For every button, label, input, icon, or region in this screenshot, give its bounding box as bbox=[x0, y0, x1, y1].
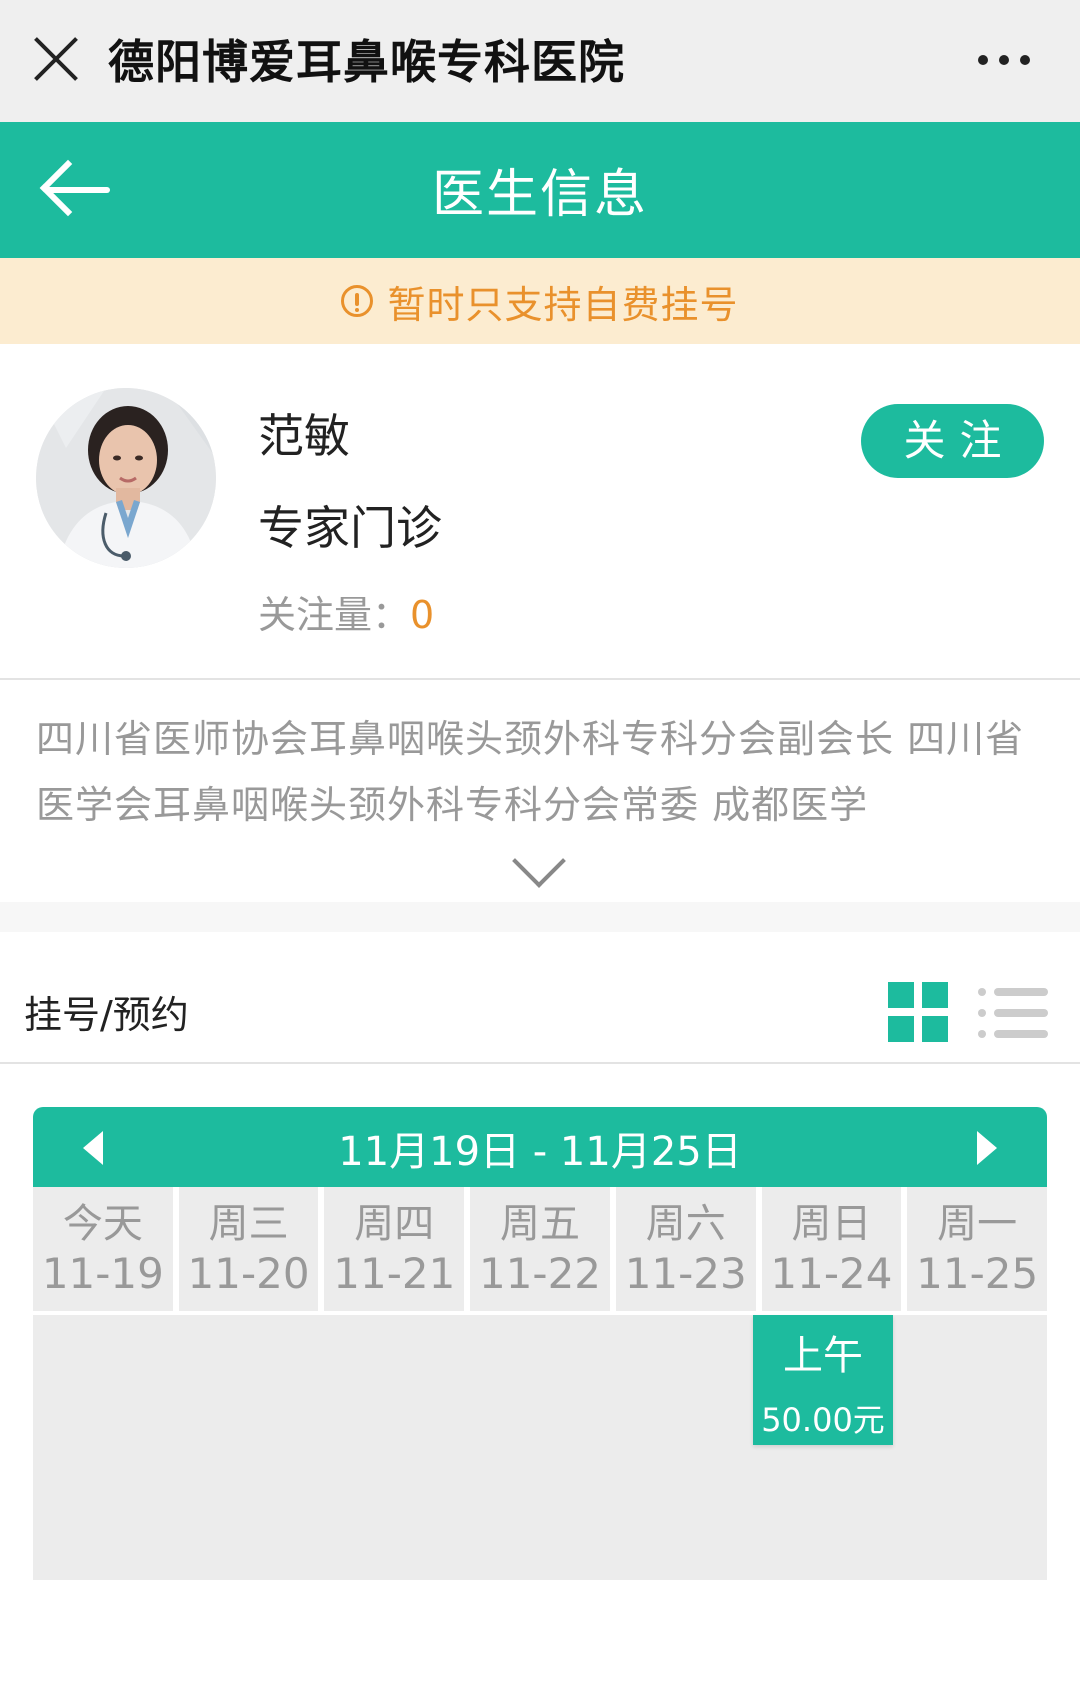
slot-period: 上午 bbox=[783, 1333, 863, 1379]
booking-title: 挂号/预约 bbox=[24, 993, 189, 1037]
day-column[interactable]: 周五 11-22 bbox=[470, 1187, 610, 1311]
doctor-department: 专家门诊 bbox=[258, 501, 442, 555]
week-navigator: 11月19日 - 11月25日 bbox=[33, 1107, 1047, 1187]
day-weekday: 周六 bbox=[645, 1201, 726, 1247]
day-weekday: 周四 bbox=[354, 1201, 435, 1247]
follow-count-value: 0 bbox=[410, 593, 435, 637]
slot-price: 50.00元 bbox=[761, 1401, 885, 1439]
day-columns: 今天 11-19 周三 11-20 周四 11-21 周五 11-22 周六 11-23 … bbox=[33, 1187, 1048, 1311]
follow-count-label: 关注量： bbox=[258, 593, 411, 637]
day-column[interactable]: 周一 11-25 bbox=[907, 1187, 1048, 1311]
day-column[interactable]: 周三 11-20 bbox=[178, 1187, 319, 1311]
wechat-page-title: 德阳博爱耳鼻喉专科医院 bbox=[108, 35, 625, 89]
close-icon[interactable] bbox=[30, 34, 80, 84]
day-column[interactable]: 周日 11-24 bbox=[761, 1187, 902, 1311]
triangle-right-icon[interactable] bbox=[977, 1131, 997, 1165]
day-date: 11-22 bbox=[478, 1249, 602, 1298]
booking-header: 挂号/预约 bbox=[0, 932, 1080, 1062]
day-date: 11-21 bbox=[333, 1249, 456, 1298]
alert-circle-icon bbox=[341, 285, 374, 317]
schedule-grid: 上午 50.00元 bbox=[33, 1315, 1047, 1580]
grid-view-icon[interactable] bbox=[888, 982, 948, 1042]
doctor-avatar bbox=[36, 388, 216, 568]
app-header: 医生信息 bbox=[0, 122, 1080, 258]
doctor-name: 范敏 bbox=[258, 409, 350, 463]
day-column[interactable]: 今天 11-19 bbox=[33, 1187, 173, 1311]
day-weekday: 周一 bbox=[937, 1201, 1018, 1247]
day-date: 11-19 bbox=[41, 1249, 164, 1298]
day-date: 11-23 bbox=[624, 1249, 747, 1298]
date-range: 11月19日 - 11月25日 bbox=[338, 1129, 742, 1175]
chevron-down-icon[interactable] bbox=[512, 834, 566, 888]
appointment-slot[interactable]: 上午 50.00元 bbox=[753, 1315, 893, 1445]
day-weekday: 周日 bbox=[791, 1201, 872, 1247]
wechat-top-bar: 德阳博爱耳鼻喉专科医院 bbox=[0, 0, 1080, 122]
follow-count: 关注量：0 bbox=[258, 584, 434, 639]
notice-text: 暂时只支持自费挂号 bbox=[387, 282, 739, 327]
doctor-card: 范敏 专家门诊 关注量：0 关注 bbox=[0, 344, 1080, 680]
day-weekday: 周五 bbox=[500, 1201, 581, 1247]
page-title: 医生信息 bbox=[431, 165, 648, 225]
day-column[interactable]: 周六 11-23 bbox=[615, 1187, 756, 1311]
day-weekday: 周三 bbox=[208, 1201, 289, 1247]
day-column[interactable]: 周四 11-21 bbox=[324, 1187, 465, 1311]
notice-banner: 暂时只支持自费挂号 bbox=[0, 258, 1080, 344]
more-dots-icon[interactable] bbox=[978, 42, 1030, 78]
day-date: 11-25 bbox=[916, 1249, 1039, 1298]
doctor-intro: 四川省医师协会耳鼻咽喉头颈外科专科分会副会长 四川省医学会耳鼻咽喉头颈外科专科分… bbox=[0, 680, 1080, 902]
day-date: 11-20 bbox=[187, 1249, 310, 1298]
day-weekday: 今天 bbox=[62, 1201, 143, 1247]
day-date: 11-24 bbox=[770, 1249, 893, 1298]
follow-button[interactable]: 关注 bbox=[861, 404, 1044, 478]
doctor-intro-text: 四川省医师协会耳鼻咽喉头颈外科专科分会副会长 四川省医学会耳鼻咽喉头颈外科专科分… bbox=[36, 717, 1025, 827]
list-view-icon[interactable] bbox=[978, 984, 1048, 1042]
